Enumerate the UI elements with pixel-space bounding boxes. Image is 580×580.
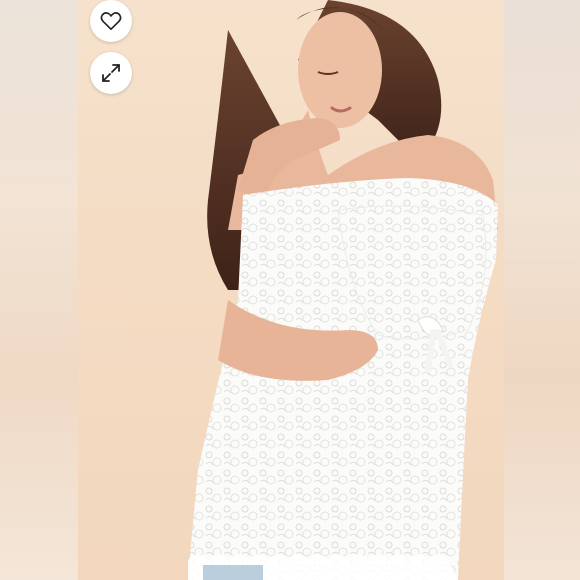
heart-icon bbox=[100, 12, 122, 30]
expand-icon bbox=[102, 64, 120, 82]
like-button[interactable] bbox=[90, 0, 132, 42]
image-viewer bbox=[0, 0, 580, 580]
product-photo[interactable] bbox=[78, 0, 504, 580]
left-blur-panel bbox=[0, 0, 78, 580]
product-photo-illustration bbox=[188, 0, 498, 580]
right-blur-panel bbox=[504, 0, 580, 580]
fullscreen-button[interactable] bbox=[90, 52, 132, 94]
